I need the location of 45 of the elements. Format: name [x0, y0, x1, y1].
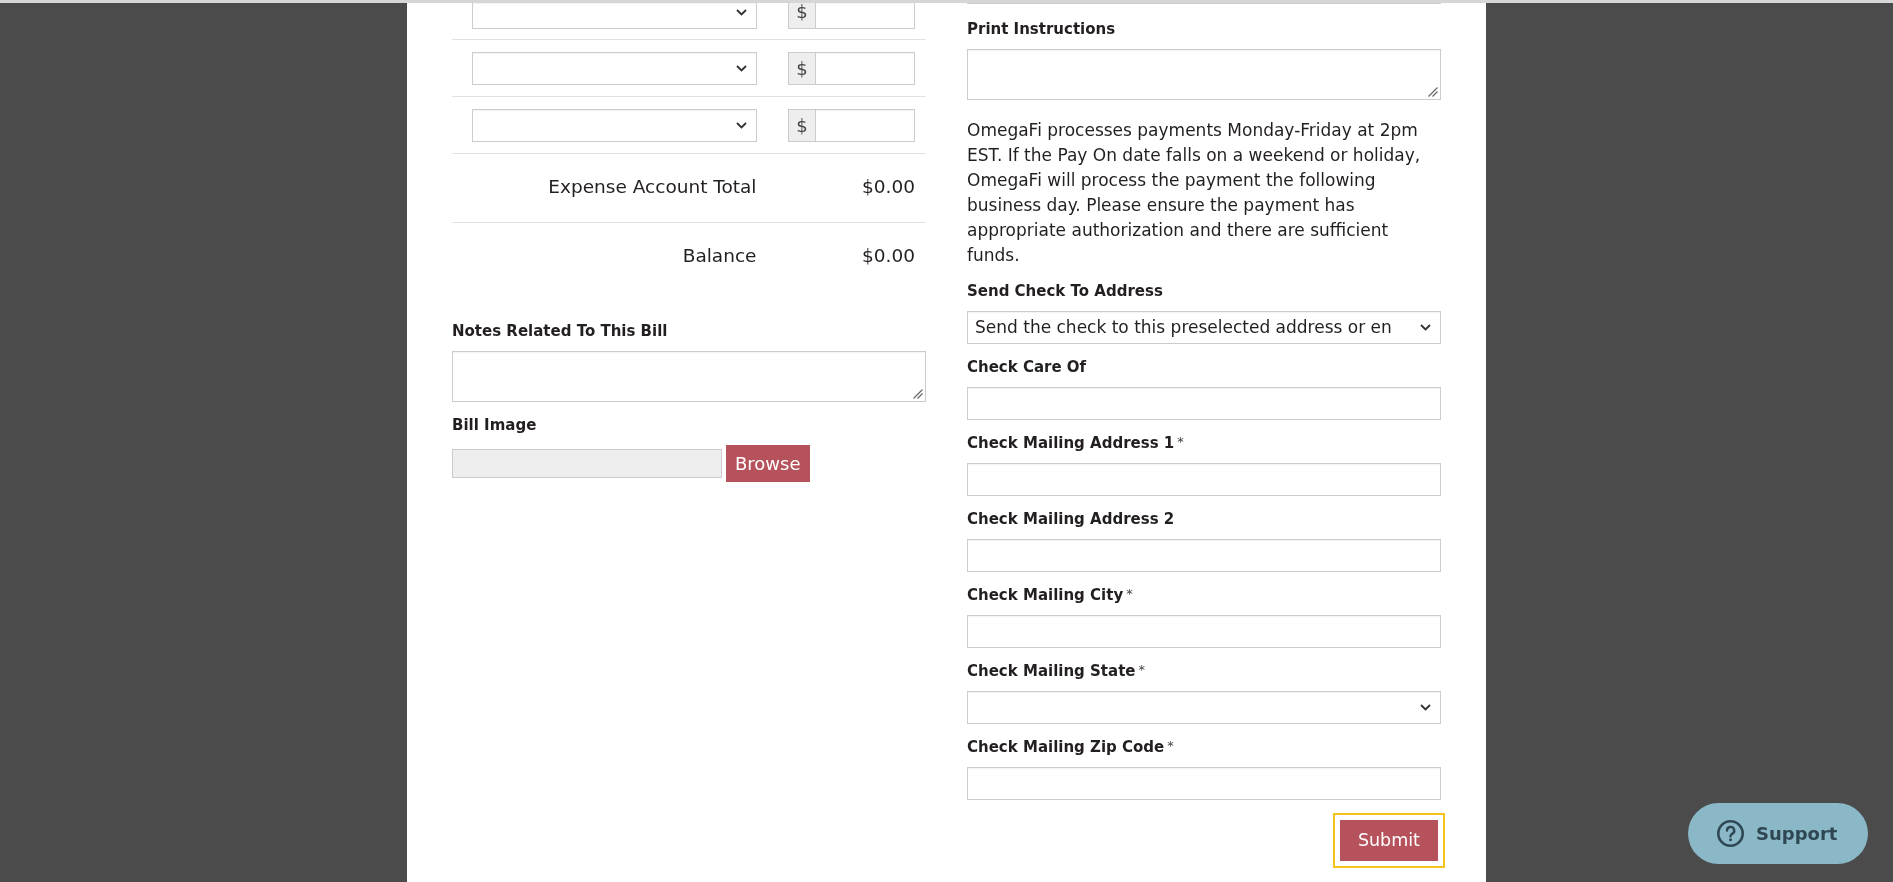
chevron-down-icon [735, 65, 747, 72]
currency-symbol: $ [788, 3, 816, 29]
text-input[interactable] [967, 539, 1441, 572]
text-input[interactable] [967, 387, 1441, 420]
field-label: Check Mailing State * [967, 661, 1146, 681]
chevron-down-icon [1420, 704, 1431, 711]
field-label: Bill Image [452, 415, 538, 435]
resize-grip-icon [913, 389, 923, 399]
dropdown-select[interactable] [472, 3, 757, 29]
dropdown-select[interactable]: Send the check to this preselected address or en [967, 311, 1441, 344]
chevron-down-icon [1420, 324, 1431, 331]
total-value: $0.00 [862, 175, 915, 199]
help-icon [1717, 820, 1744, 847]
resize-grip-icon [1428, 87, 1438, 97]
field-label: Check Mailing Address 2 [967, 509, 1176, 529]
support-button[interactable]: Support [1688, 803, 1868, 864]
field-label: Check Mailing City * [967, 585, 1134, 605]
payment-notice: OmegaFi processes payments Monday-Friday at 2pm EST. If the Pay On date falls on a weekend or holiday, OmegaFi will process the payment the following business day. Please ensure the payment has appropriate authorization and there are sufficient funds. [967, 119, 1422, 267]
text-input[interactable] [967, 615, 1441, 648]
total-value: $0.00 [862, 244, 915, 268]
field-label: Check Mailing Zip Code * [967, 737, 1175, 757]
browse-button[interactable]: Browse [726, 445, 810, 482]
amount-input[interactable] [816, 52, 915, 85]
amount-input[interactable] [816, 109, 915, 142]
currency-symbol: $ [788, 52, 816, 85]
dropdown-select[interactable] [472, 52, 757, 85]
dropdown-select[interactable] [967, 691, 1441, 724]
submit-button[interactable]: Submit [1332, 813, 1445, 868]
field-label: Print Instructions [967, 19, 1117, 39]
total-label: Expense Account Total [548, 175, 757, 199]
field-label: Check Mailing Address 1 * [967, 433, 1185, 453]
amount-input[interactable] [816, 3, 915, 29]
text-input[interactable] [967, 767, 1441, 800]
field-label: Notes Related To This Bill [452, 321, 669, 341]
text-input[interactable] [967, 463, 1441, 496]
total-label: Balance [682, 244, 757, 268]
dropdown-select[interactable] [472, 109, 757, 142]
textarea-field[interactable] [967, 49, 1441, 100]
chevron-down-icon [735, 8, 747, 16]
field-label: Check Care Of [967, 357, 1088, 377]
field-label: Send Check To Address [967, 281, 1164, 301]
chevron-down-icon [735, 122, 747, 129]
currency-symbol: $ [788, 109, 816, 142]
textarea-field[interactable] [452, 351, 926, 402]
file-path-field[interactable] [452, 449, 722, 478]
